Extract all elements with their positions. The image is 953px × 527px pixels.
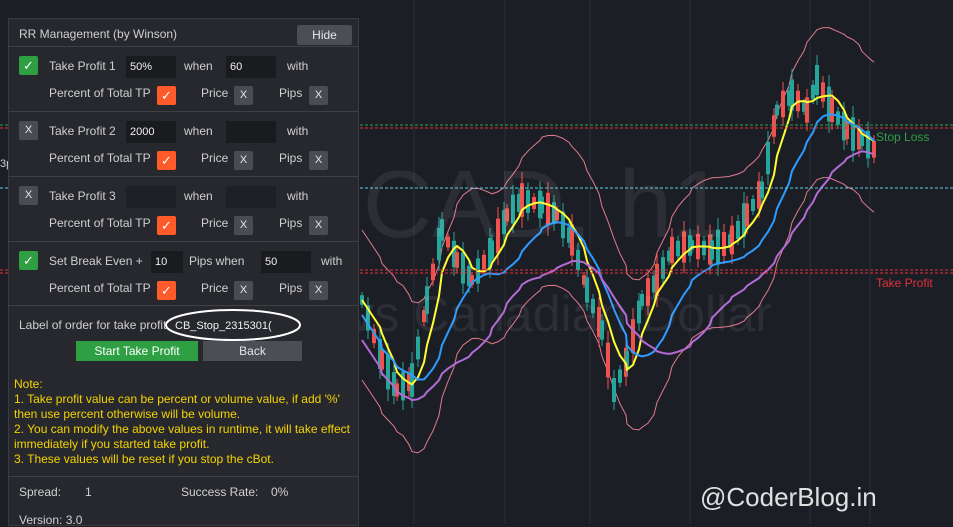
success-rate-label: Success Rate:: [181, 485, 259, 499]
break-even-pips-when-label: Pips when: [189, 254, 245, 268]
tp3-price-label: Price: [201, 216, 229, 230]
candle-body: [781, 90, 785, 118]
back-button[interactable]: Back: [203, 341, 302, 361]
break-even-label: Set Break Even +: [49, 254, 143, 268]
tp3-checkbox[interactable]: X: [19, 186, 38, 205]
hide-button[interactable]: Hide: [297, 25, 352, 45]
break-even-percent-checkbox[interactable]: ✓: [157, 281, 176, 300]
take-profit-1-section: ✓ Take Profit 1 50% when 60 with Percent…: [9, 46, 358, 111]
stop-loss-label: Stop Loss: [876, 130, 930, 144]
divider: [9, 476, 358, 477]
candle-body: [830, 98, 834, 122]
tp3-percent-checkbox[interactable]: ✓: [157, 216, 176, 235]
candle-body: [760, 181, 764, 199]
spread-label: Spread:: [19, 485, 62, 499]
candle-body: [815, 65, 819, 95]
candle-body: [386, 354, 390, 390]
candle-body: [730, 225, 734, 255]
candle-body: [845, 121, 849, 139]
tp1-value-input[interactable]: 50%: [126, 56, 176, 78]
candle-body: [766, 141, 770, 175]
candle-body: [775, 104, 779, 116]
tp3-pips-label: Pips: [279, 216, 303, 230]
panel-header: RR Management (by Winson) Hide: [9, 19, 358, 49]
candle-body: [860, 134, 864, 146]
tp1-percent-checkbox[interactable]: ✓: [157, 86, 176, 105]
candle-body: [618, 369, 622, 383]
tp2-value-input[interactable]: 2000: [126, 121, 176, 143]
note-line: 2. You can modify the above values in ru…: [14, 422, 350, 436]
tp1-pips-toggle[interactable]: X: [309, 86, 328, 105]
tp2-pips-toggle[interactable]: X: [309, 151, 328, 170]
take-profit-2-section: X Take Profit 2 2000 when with Percent o…: [9, 111, 358, 176]
tp1-when-label: when: [184, 59, 213, 73]
tp2-percent-label: Percent of Total TP: [49, 151, 151, 165]
spread-value: 1: [85, 485, 92, 499]
take-profit-3-section: X Take Profit 3 when with Percent of Tot…: [9, 176, 358, 241]
candle-body: [751, 199, 755, 211]
version-label: Version: 3.0: [19, 513, 83, 527]
tp2-with-label: with: [287, 124, 309, 138]
tp1-checkbox[interactable]: ✓: [19, 56, 38, 75]
note-line: 3. These values will be reset if you sto…: [14, 452, 274, 466]
tp1-price-label: Price: [201, 86, 229, 100]
break-even-section: ✓ Set Break Even + 10 Pips when 50 with …: [9, 241, 358, 306]
note-title: Note:: [14, 377, 43, 391]
candle-body: [431, 263, 435, 281]
tp3-label: Take Profit 3: [49, 189, 116, 203]
tp3-value-input[interactable]: [126, 186, 176, 208]
candle-body: [612, 378, 616, 402]
rr-management-panel: RR Management (by Winson) Hide ✓ Take Pr…: [8, 18, 359, 527]
tp2-when-label: when: [184, 124, 213, 138]
candle-body: [736, 221, 740, 239]
candle-body: [661, 257, 665, 279]
candle-body: [745, 203, 749, 227]
candle-body: [606, 342, 610, 378]
candle-body: [811, 84, 815, 100]
panel-title: RR Management (by Winson): [19, 27, 178, 41]
break-even-price-label: Price: [201, 281, 229, 295]
tp3-pips-toggle[interactable]: X: [309, 216, 328, 235]
break-even-pips-input[interactable]: 10: [151, 251, 183, 273]
break-even-price-toggle[interactable]: X: [234, 281, 253, 300]
credit-watermark: @CoderBlog.in: [700, 482, 877, 512]
tp2-price-toggle[interactable]: X: [234, 151, 253, 170]
highlight-ellipse: [165, 309, 301, 341]
tp2-label: Take Profit 2: [49, 124, 116, 138]
break-even-percent-label: Percent of Total TP: [49, 281, 151, 295]
break-even-checkbox[interactable]: ✓: [19, 251, 38, 270]
tp1-price-toggle[interactable]: X: [234, 86, 253, 105]
tp3-percent-label: Percent of Total TP: [49, 216, 151, 230]
candle-body: [772, 115, 776, 137]
tp2-checkbox[interactable]: X: [19, 121, 38, 140]
break-even-when-input[interactable]: 50: [261, 251, 311, 273]
success-rate-value: 0%: [271, 485, 289, 499]
tp2-percent-checkbox[interactable]: ✓: [157, 151, 176, 170]
tp1-pips-label: Pips: [279, 86, 303, 100]
order-label-text: Label of order for take profit: [19, 318, 167, 332]
tp3-price-toggle[interactable]: X: [234, 216, 253, 235]
tp3-when-input[interactable]: [226, 186, 276, 208]
start-take-profit-button[interactable]: Start Take Profit: [76, 341, 198, 361]
candle-body: [821, 82, 825, 102]
note-line: immediately if you started take profit.: [14, 437, 210, 451]
tp1-label: Take Profit 1: [49, 59, 116, 73]
tp2-pips-label: Pips: [279, 151, 303, 165]
tp1-with-label: with: [287, 59, 309, 73]
tp1-when-input[interactable]: 60: [226, 56, 276, 78]
tp3-with-label: with: [287, 189, 309, 203]
note-line: 1. Take profit value can be percent or v…: [14, 392, 340, 406]
break-even-pips-label: Pips: [279, 281, 303, 295]
note-line: then use percent otherwise will be volum…: [14, 407, 241, 421]
break-even-with-label: with: [321, 254, 343, 268]
tp3-when-label: when: [184, 189, 213, 203]
break-even-pips-toggle[interactable]: X: [309, 281, 328, 300]
take-profit-label: Take Profit: [876, 276, 933, 290]
tp2-price-label: Price: [201, 151, 229, 165]
divider: [9, 305, 358, 306]
tp2-when-input[interactable]: [226, 121, 276, 143]
candle-body: [410, 363, 414, 397]
tp1-percent-label: Percent of Total TP: [49, 86, 151, 100]
candle-body: [836, 111, 840, 125]
